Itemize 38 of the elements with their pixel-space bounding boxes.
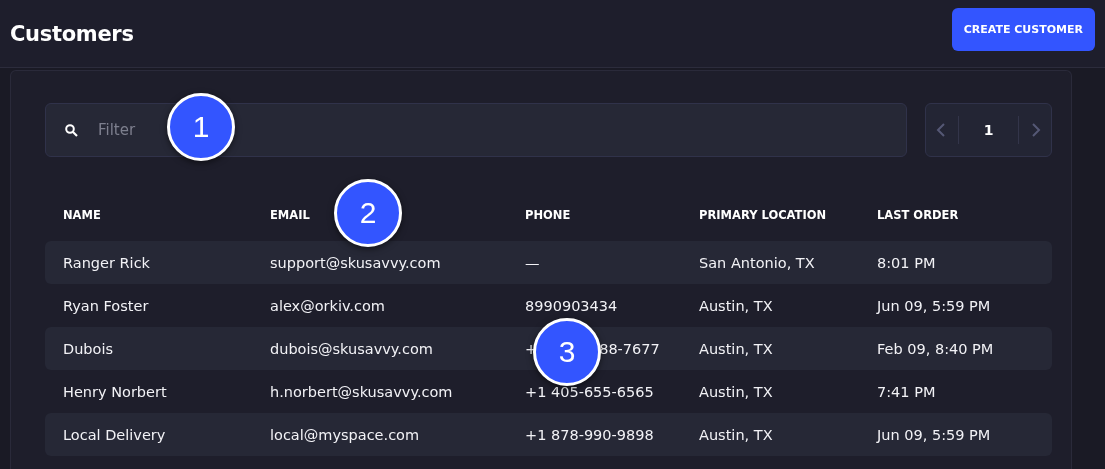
table-cell-text: local@myspace.com bbox=[270, 426, 421, 443]
table-cell: +1 878-990-9898 bbox=[525, 426, 654, 443]
chevron-right-icon bbox=[1031, 123, 1041, 137]
table-cell-text: Austin, TX bbox=[699, 383, 774, 400]
table-cell-text: Ranger Rick bbox=[63, 254, 151, 271]
table-cell-text: support@skusavvy.com bbox=[270, 254, 442, 271]
table-row[interactable]: Ranger Rick support@skusavvy.com — San Antonio, TX 8:01 PM bbox=[45, 241, 1052, 284]
table-cell-text: Local Delivery bbox=[63, 426, 167, 443]
column-header: PRIMARY LOCATION bbox=[699, 208, 827, 222]
page-number: 1 bbox=[982, 122, 995, 138]
create-customer-button[interactable]: CREATE CUSTOMER bbox=[951, 8, 1095, 51]
table-cell-text: Austin, TX bbox=[699, 340, 774, 357]
column-header: NAME bbox=[63, 208, 101, 222]
table-cell-text: Austin, TX bbox=[699, 297, 774, 314]
table-cell-text: Austin, TX bbox=[699, 426, 774, 443]
table-cell-text: alex@orkiv.com bbox=[270, 297, 386, 314]
table-cell-text: Ryan Foster bbox=[63, 297, 150, 314]
table-cell-text: Feb 09, 8:40 PM bbox=[877, 340, 995, 357]
table-cell: +1 405-655-6565 bbox=[525, 383, 654, 400]
table-cell-text: Dubois bbox=[63, 340, 114, 357]
table-cell-text: San Antonio, TX bbox=[699, 254, 816, 271]
search-icon bbox=[65, 124, 78, 137]
table-cell-text: 7:41 PM bbox=[877, 383, 937, 400]
column-header: EMAIL bbox=[270, 208, 310, 222]
table-cell-text: Jun 09, 5:59 PM bbox=[877, 297, 992, 314]
table-cell: — bbox=[525, 254, 540, 271]
page-title: Customers bbox=[10, 21, 134, 46]
table-row[interactable]: Local Delivery local@myspace.com +1 878-990-9898 Austin, TX Jun 09, 5:59 PM bbox=[45, 413, 1052, 456]
chevron-left-icon bbox=[936, 123, 946, 137]
column-header: LAST ORDER bbox=[877, 208, 959, 222]
table-cell-text: Henry Norbert bbox=[63, 383, 168, 400]
table-cell: 8990903434 bbox=[525, 297, 618, 314]
column-header: PHONE bbox=[525, 208, 571, 222]
table-cell-text: Jun 09, 5:59 PM bbox=[877, 426, 992, 443]
table-cell: 88-7677 bbox=[599, 340, 660, 357]
table-cell-text: 8:01 PM bbox=[877, 254, 937, 271]
table-cell-text: h.norbert@skusavvy.com bbox=[270, 383, 454, 400]
table-cell-text: dubois@skusavvy.com bbox=[270, 340, 434, 357]
